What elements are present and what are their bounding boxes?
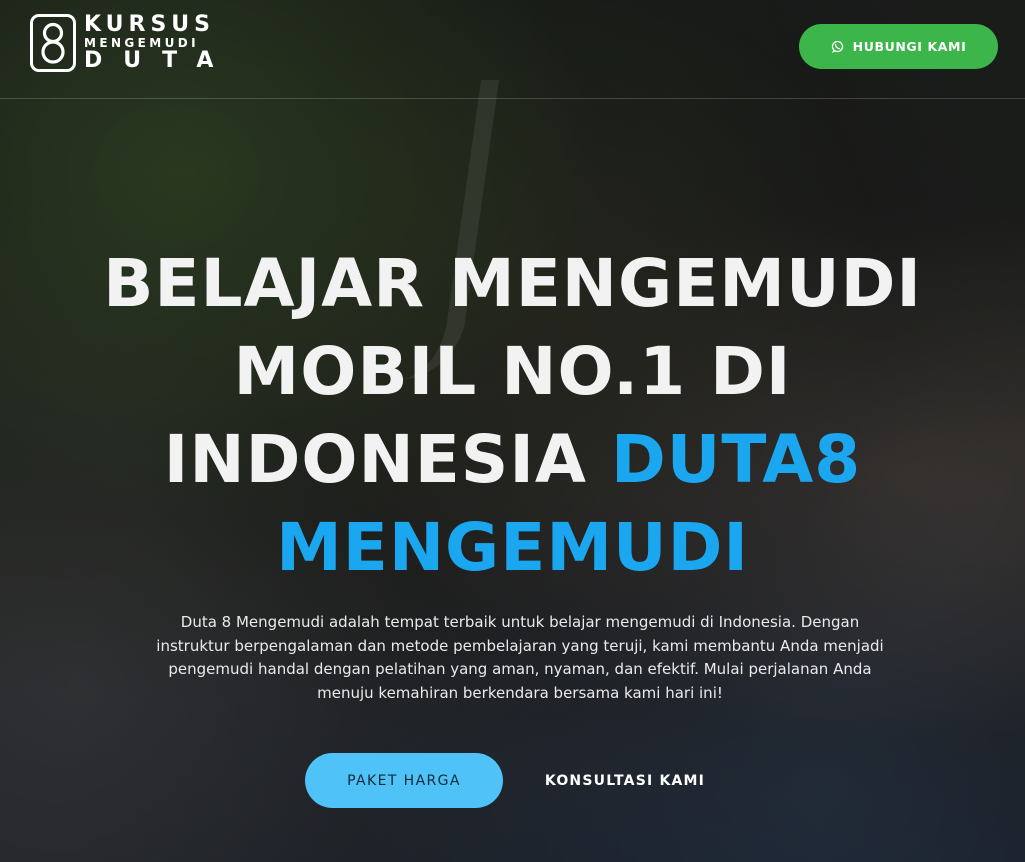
whatsapp-icon	[831, 40, 844, 53]
logo-line-duta: DUTA	[84, 48, 235, 73]
hero-description: Duta 8 Mengemudi adalah tempat terbaik u…	[156, 613, 884, 702]
hero-headline: BELAJAR MENGEMUDI MOBIL NO.1 DI INDONESI…	[60, 240, 965, 592]
logo-wordmark: KURSUS MENGEMUDI DUTA	[84, 14, 234, 72]
consultation-button[interactable]: KONSULTASI KAMI	[530, 753, 720, 808]
contact-us-button[interactable]: HUBUNGI KAMI	[799, 24, 998, 69]
consultation-label: KONSULTASI KAMI	[544, 772, 706, 789]
site-logo[interactable]: KURSUS MENGEMUDI DUTA	[30, 14, 234, 72]
site-header: KURSUS MENGEMUDI DUTA HUBUNGI KAMI	[0, 0, 1025, 99]
logo-eight-icon	[41, 22, 65, 64]
logo-mark	[30, 14, 76, 72]
hero-section: KURSUS MENGEMUDI DUTA HUBUNGI KAMI BELAJ…	[0, 0, 1025, 862]
price-package-label: PAKET HARGA	[347, 772, 461, 789]
logo-line-kursus: KURSUS	[84, 12, 216, 37]
contact-us-label: HUBUNGI KAMI	[852, 39, 967, 54]
price-package-button[interactable]: PAKET HARGA	[305, 753, 503, 808]
